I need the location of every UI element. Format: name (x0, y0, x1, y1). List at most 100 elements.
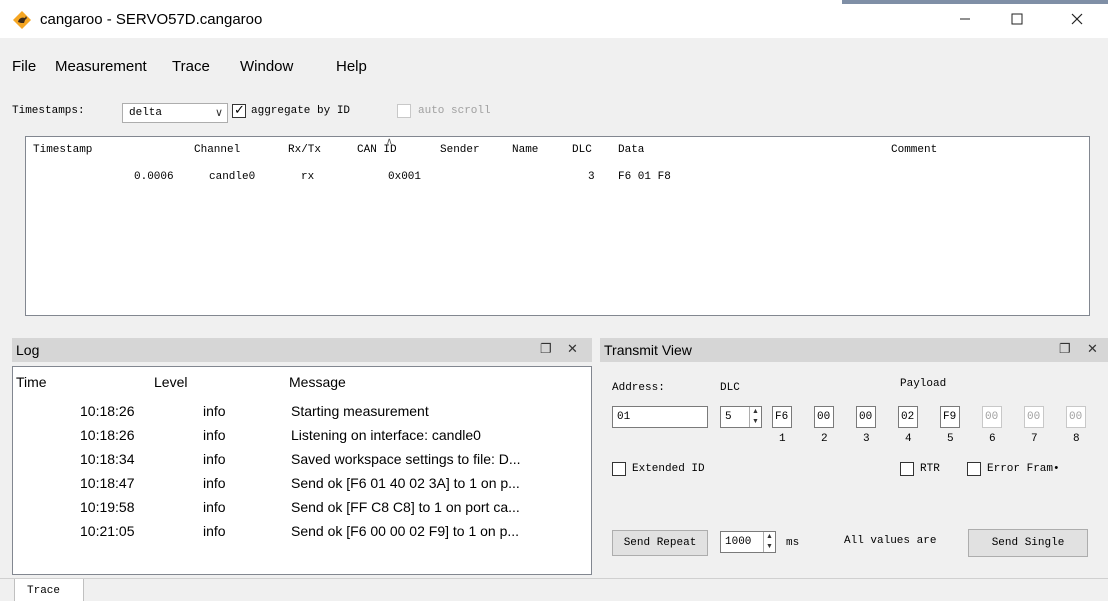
col-message[interactable]: Message (289, 374, 346, 390)
dlc-label: DLC (720, 382, 740, 394)
send-repeat-button[interactable]: Send Repeat (612, 530, 708, 556)
bottom-tab-bar: Trace (0, 578, 1108, 601)
address-input-value: 01 (617, 411, 631, 423)
trace-cell-data[interactable]: F6 01 F8 (618, 171, 671, 183)
col-time[interactable]: Time (16, 374, 47, 390)
dlc-spinner[interactable]: ▲ ▼ (749, 407, 761, 427)
close-icon[interactable]: ✕ (567, 341, 578, 357)
log-row-time: 10:18:26 (80, 427, 135, 443)
interval-spinbox[interactable]: 1000 ▲ ▼ (720, 531, 776, 553)
payload-byte-1[interactable]: F6 (772, 406, 792, 428)
close-button[interactable] (1054, 0, 1100, 38)
log-row-message: Saved workspace settings to file: D... (291, 451, 521, 467)
autoscroll-checkbox[interactable] (397, 104, 411, 118)
trace-cell-can-id[interactable]: 0x001 (388, 171, 421, 183)
menu-trace[interactable]: Trace (172, 58, 210, 75)
tab-trace[interactable]: Trace (14, 579, 84, 601)
timestamps-label: Timestamps: (12, 105, 85, 117)
payload-byte-value: F6 (775, 411, 789, 423)
payload-index: 1 (779, 433, 786, 445)
rtr-checkbox[interactable] (900, 462, 914, 476)
timestamps-select[interactable]: delta ∨ (122, 103, 228, 123)
col-dlc[interactable]: DLC (572, 144, 592, 156)
spin-down-icon[interactable]: ▼ (764, 542, 775, 552)
col-name[interactable]: Name (512, 144, 538, 156)
address-label: Address: (612, 382, 665, 394)
log-row-time: 10:18:26 (80, 403, 135, 419)
transmit-dock-title: Transmit View ❐ ✕ (600, 338, 1108, 362)
col-level[interactable]: Level (154, 374, 187, 390)
minimize-button[interactable] (942, 0, 988, 38)
interval-spinner[interactable]: ▲ ▼ (763, 532, 775, 552)
menu-measurement[interactable]: Measurement (55, 58, 147, 75)
log-row-message: Send ok [F6 01 40 02 3A] to 1 on p... (291, 475, 520, 491)
payload-byte-6[interactable]: 00 (982, 406, 1002, 428)
rtr-label: RTR (920, 463, 940, 475)
col-comment[interactable]: Comment (891, 144, 937, 156)
aggregate-label: aggregate by ID (251, 105, 351, 117)
payload-index: 8 (1073, 433, 1080, 445)
payload-index: 3 (863, 433, 870, 445)
maximize-button[interactable] (994, 0, 1040, 38)
log-row-message: Starting measurement (291, 403, 429, 419)
log-row-time: 10:18:47 (80, 475, 135, 491)
spin-up-icon[interactable]: ▲ (764, 532, 775, 542)
payload-byte-5[interactable]: F9 (940, 406, 960, 428)
col-sender[interactable]: Sender (440, 144, 480, 156)
payload-byte-value: F9 (943, 411, 957, 423)
log-row-level: info (203, 403, 226, 419)
col-rxtx[interactable]: Rx/Tx (288, 144, 321, 156)
extended-id-label: Extended ID (632, 463, 705, 475)
payload-byte-8[interactable]: 00 (1066, 406, 1086, 428)
extended-id-checkbox[interactable] (612, 462, 626, 476)
payload-index: 7 (1031, 433, 1038, 445)
payload-index: 5 (947, 433, 954, 445)
error-frame-checkbox[interactable] (967, 462, 981, 476)
menu-window[interactable]: Window (240, 58, 293, 75)
aggregate-checkbox[interactable]: ✓ (232, 102, 246, 118)
transmit-title: Transmit View (604, 342, 692, 358)
log-table[interactable]: Time Level Message 10:18:26 info Startin… (12, 366, 592, 575)
close-icon[interactable]: ✕ (1087, 341, 1098, 357)
maximize-icon (1011, 13, 1023, 25)
float-icon[interactable]: ❐ (1059, 341, 1071, 357)
payload-byte-3[interactable]: 00 (856, 406, 876, 428)
col-timestamp[interactable]: Timestamp (33, 144, 92, 156)
payload-byte-value: 00 (1027, 411, 1041, 423)
col-channel[interactable]: Channel (194, 144, 240, 156)
address-input[interactable]: 01 (612, 406, 708, 428)
payload-index: 4 (905, 433, 912, 445)
float-icon[interactable]: ❐ (540, 341, 552, 357)
payload-index: 6 (989, 433, 996, 445)
send-single-button[interactable]: Send Single (968, 529, 1088, 557)
trace-cell-channel[interactable]: candle0 (209, 171, 255, 183)
log-row-time: 10:19:58 (80, 499, 135, 515)
dlc-spinbox[interactable]: 5 ▲ ▼ (720, 406, 762, 428)
menu-file[interactable]: File (12, 58, 36, 75)
trace-cell-rxtx[interactable]: rx (301, 171, 314, 183)
payload-byte-7[interactable]: 00 (1024, 406, 1044, 428)
interval-unit: ms (786, 537, 800, 549)
trace-table[interactable]: Timestamp Channel Rx/Tx CAN ID ∧ Sender … (25, 136, 1090, 316)
timestamps-select-value: delta (129, 107, 163, 119)
payload-byte-value: 02 (901, 411, 915, 423)
spin-down-icon[interactable]: ▼ (750, 417, 761, 427)
title-bar: cangaroo - SERVO57D.cangaroo (0, 0, 1108, 38)
transmit-view: Address: DLC Payload 01 5 ▲ ▼ F6 00 00 0… (600, 366, 1108, 575)
spin-up-icon[interactable]: ▲ (750, 407, 761, 417)
trace-cell-dlc[interactable]: 3 (588, 171, 595, 183)
log-title: Log (16, 342, 40, 358)
log-dock-title: Log ❐ ✕ (12, 338, 592, 362)
autoscroll-label: auto scroll (418, 105, 491, 117)
log-row-message: Listening on interface: candle0 (291, 427, 481, 443)
col-data[interactable]: Data (618, 144, 644, 156)
log-row-message: Send ok [F6 00 00 02 F9] to 1 on p... (291, 523, 520, 539)
trace-cell-timestamp[interactable]: 0.0006 (134, 171, 174, 183)
payload-byte-4[interactable]: 02 (898, 406, 918, 428)
payload-byte-2[interactable]: 00 (814, 406, 834, 428)
menu-help[interactable]: Help (336, 58, 367, 75)
log-row-level: info (203, 475, 226, 491)
kangaroo-logo-icon (13, 11, 31, 29)
log-row-time: 10:21:05 (80, 523, 135, 539)
payload-byte-value: 00 (985, 411, 999, 423)
